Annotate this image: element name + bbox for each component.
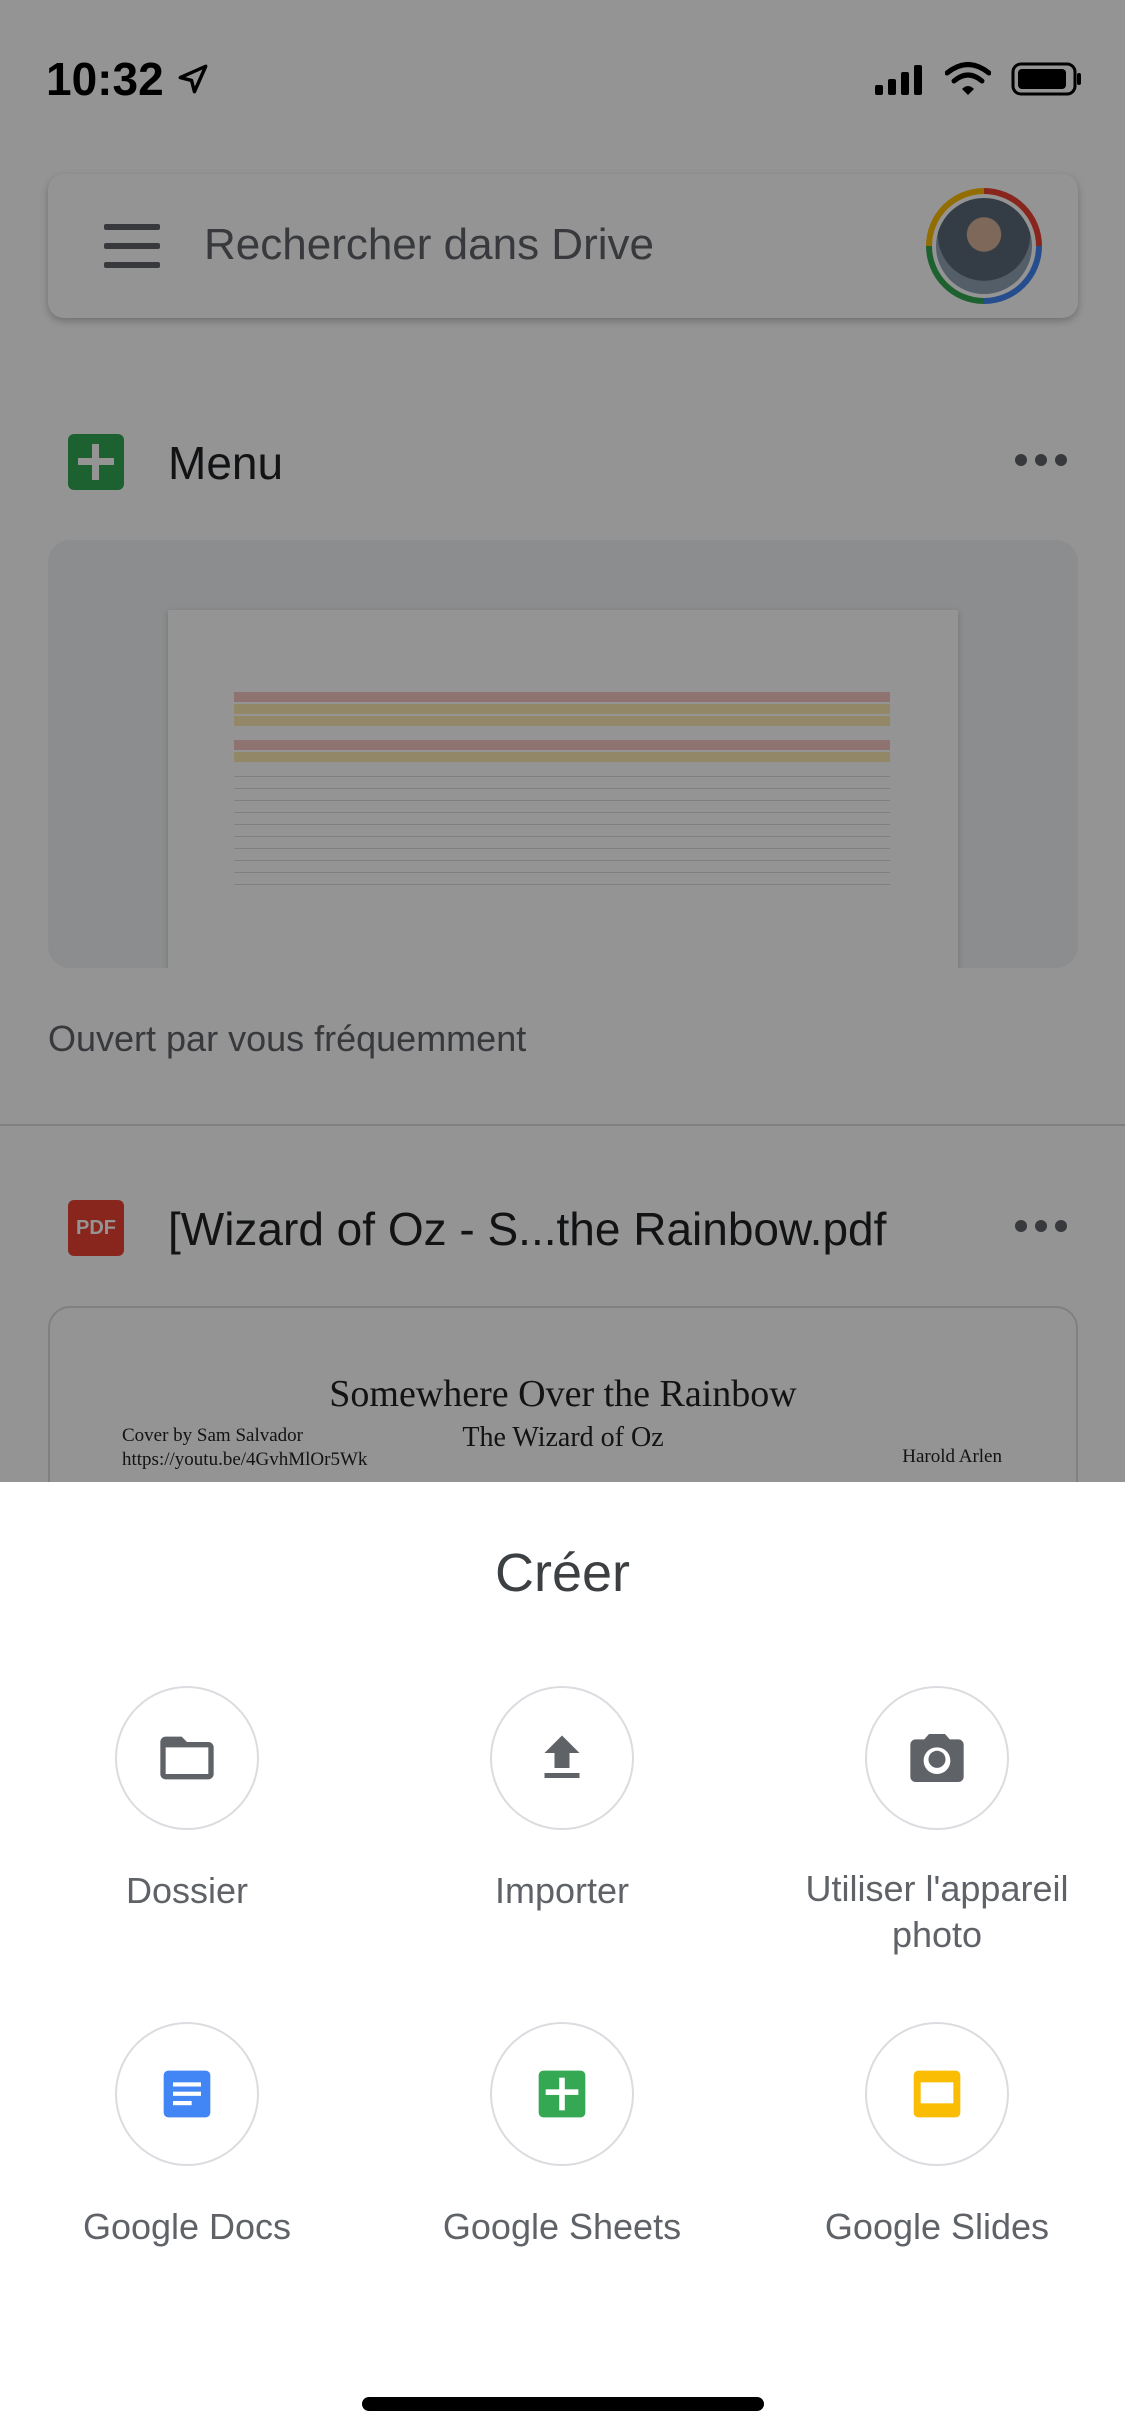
create-google-docs-button[interactable]: Google Docs <box>22 2022 352 2250</box>
action-label: Importer <box>494 1870 630 1911</box>
action-label: Google Sheets <box>442 2206 682 2247</box>
upload-icon[interactable] <box>490 1686 634 1830</box>
camera-icon[interactable] <box>865 1686 1009 1830</box>
action-label: Google Slides <box>824 2206 1050 2247</box>
create-folder-button[interactable]: Dossier <box>22 1686 352 1914</box>
google-docs-icon[interactable] <box>115 2022 259 2166</box>
modal-scrim[interactable] <box>0 0 1125 1482</box>
action-label: Utiliser l'appareil photo <box>805 1868 1069 1955</box>
sheet-title: Créer <box>494 1543 631 1603</box>
camera-button[interactable]: Utiliser l'appareil photo <box>772 1686 1102 1958</box>
google-slides-icon[interactable] <box>865 2022 1009 2166</box>
upload-button[interactable]: Importer <box>397 1686 727 1914</box>
folder-icon[interactable] <box>115 1686 259 1830</box>
create-google-sheets-button[interactable]: Google Sheets <box>397 2022 727 2250</box>
action-label: Google Docs <box>82 2206 292 2247</box>
action-label: Dossier <box>125 1870 249 1911</box>
create-google-slides-button[interactable]: Google Slides <box>772 2022 1102 2250</box>
google-sheets-icon[interactable] <box>490 2022 634 2166</box>
home-indicator[interactable] <box>362 2397 764 2411</box>
create-bottom-sheet: Créer Dossier Importer Utiliser l'appare… <box>0 1482 1125 2436</box>
